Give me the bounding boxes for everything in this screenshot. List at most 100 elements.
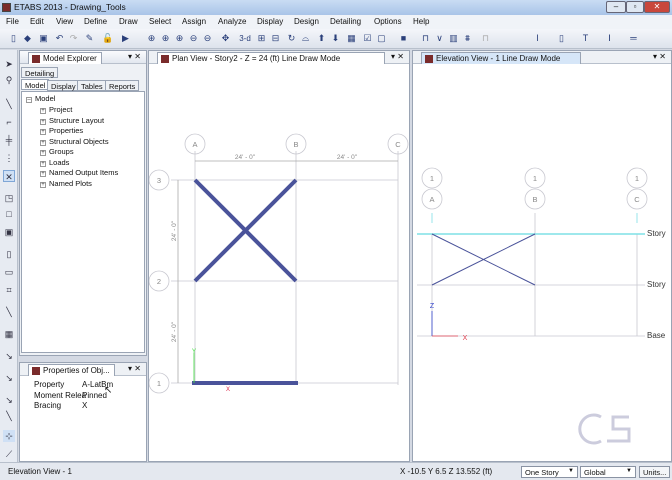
extrude-icon[interactable]: ■ <box>398 33 409 44</box>
snap-ps-icon[interactable]: ↘ <box>3 372 15 384</box>
panel-menu-close[interactable]: ▾ ✕ <box>391 52 404 61</box>
tab-tables[interactable]: Tables <box>77 80 107 91</box>
tree-item-structural-objects[interactable]: + Structural Objects <box>40 137 109 146</box>
tee-section-icon[interactable]: T <box>580 33 591 44</box>
plan-view-icon[interactable]: ⊞ <box>256 33 267 44</box>
prop-value[interactable]: X <box>82 401 87 410</box>
units-button[interactable]: Units... <box>639 466 670 478</box>
pencil-icon[interactable]: ✎ <box>84 33 95 44</box>
draw-polyline-icon[interactable]: ⌐ <box>3 116 15 128</box>
panel-menu-close[interactable]: ▾ ✕ <box>128 364 141 373</box>
tab-detailing[interactable]: Detailing <box>21 67 59 78</box>
snap-perp-icon[interactable]: ⟋ <box>3 448 15 460</box>
menu-display[interactable]: Display <box>257 17 283 26</box>
elevation-view-tab[interactable]: Elevation View - 1 Line Draw Mode <box>421 52 581 64</box>
slab-icon[interactable]: ▯ <box>556 33 567 44</box>
zoom-window-icon[interactable]: ⊕ <box>146 33 157 44</box>
tree-item-structure-layout[interactable]: + Structure Layout <box>40 116 104 125</box>
run-icon[interactable]: ▶ <box>120 33 131 44</box>
panel-menu-close[interactable]: ▾ ✕ <box>653 52 666 61</box>
3d-view-button[interactable]: 3-d <box>238 33 252 44</box>
menu-select[interactable]: Select <box>149 17 171 26</box>
draw-rectangle-icon[interactable]: □ <box>3 208 15 220</box>
menu-edit[interactable]: Edit <box>30 17 44 26</box>
plan-view-tab[interactable]: Plan View - Story2 - Z = 24 (ft) Line Dr… <box>157 52 385 64</box>
move-up-icon[interactable]: ⬆ <box>316 33 327 44</box>
pan-icon[interactable]: ✥ <box>220 33 231 44</box>
elevation-canvas[interactable]: 1 1 1 A B C Story Story Base Z X <box>413 65 671 461</box>
redo-icon[interactable]: ↷ <box>68 33 79 44</box>
model-explorer-tab[interactable]: Model Explorer <box>28 52 102 64</box>
elevation-view-window[interactable]: Elevation View - 1 Line Draw Mode ▾ ✕ 1 … <box>412 50 672 462</box>
column-icon[interactable]: ⊓ <box>480 33 491 44</box>
properties-tab[interactable]: Properties of Obj... <box>28 364 115 376</box>
zoom-in-icon[interactable]: ⊕ <box>174 33 185 44</box>
set-display-icon[interactable]: ▦ <box>346 33 357 44</box>
grid-icon[interactable]: ▦ <box>3 328 15 340</box>
support-icon[interactable]: ∨ <box>434 33 445 44</box>
draw-beam-icon[interactable]: ╪ <box>3 134 15 146</box>
checkbox-icon[interactable]: ☑ <box>362 33 373 44</box>
new-file-icon[interactable]: ▯ <box>8 33 19 44</box>
menu-define[interactable]: Define <box>84 17 107 26</box>
menu-analyze[interactable]: Analyze <box>218 17 246 26</box>
coordinate-system-select[interactable]: Global ▼ <box>580 466 636 478</box>
tree-item-properties[interactable]: + Properties <box>40 126 83 135</box>
menu-detailing[interactable]: Detailing <box>330 17 361 26</box>
tree-item-named-plots[interactable]: + Named Plots <box>40 179 92 188</box>
close-button[interactable]: ✕ <box>644 1 670 13</box>
snap-end-icon[interactable]: ↘ <box>3 394 15 406</box>
lock-icon[interactable]: 🔓 <box>102 33 113 44</box>
menu-help[interactable]: Help <box>413 17 429 26</box>
draw-dimension-icon[interactable]: ╲ <box>3 306 15 318</box>
perspective-icon[interactable]: ⌓ <box>300 33 311 44</box>
zoom-out-icon[interactable]: ⊖ <box>188 33 199 44</box>
save-icon[interactable]: ▣ <box>38 33 49 44</box>
menu-file[interactable]: File <box>6 17 19 26</box>
maximize-button[interactable]: ▫ <box>626 1 644 13</box>
shear-wall-icon[interactable]: ⩩ <box>462 33 473 44</box>
tree-root[interactable]: – Model <box>26 94 55 103</box>
move-down-icon[interactable]: ⬇ <box>330 33 341 44</box>
minimize-button[interactable]: – <box>606 1 626 13</box>
tree-item-named-output[interactable]: + Named Output Items <box>40 168 118 177</box>
undo-icon[interactable]: ↶ <box>54 33 65 44</box>
frame-icon[interactable]: ⊓ <box>420 33 431 44</box>
rotate-icon[interactable]: ↻ <box>286 33 297 44</box>
tab-display[interactable]: Display <box>47 80 80 91</box>
pointer-icon[interactable]: ➤ <box>3 58 15 70</box>
tree-item-groups[interactable]: + Groups <box>40 147 74 156</box>
draw-opening-icon[interactable]: ▭ <box>3 266 15 278</box>
draw-area-icon[interactable]: ▣ <box>3 226 15 238</box>
draw-link-icon[interactable]: ⌗ <box>3 284 15 296</box>
beam-section-icon[interactable]: I <box>532 33 543 44</box>
menu-view[interactable]: View <box>56 17 73 26</box>
draw-wall-icon[interactable]: ▯ <box>3 248 15 260</box>
open-file-icon[interactable]: ◆ <box>22 33 33 44</box>
reshape-icon[interactable]: ⚲ <box>3 74 15 86</box>
deck-icon[interactable]: ═ <box>628 33 639 44</box>
snap-intersection-icon[interactable]: ⊹ <box>3 430 15 442</box>
menu-options[interactable]: Options <box>374 17 402 26</box>
story-select[interactable]: One Story ▼ <box>521 466 578 478</box>
panel-menu-close[interactable]: ▾ ✕ <box>128 52 141 61</box>
tab-model[interactable]: Model <box>21 79 50 90</box>
tree-item-loads[interactable]: + Loads <box>40 158 69 167</box>
snap-line-icon[interactable]: ╲ <box>3 410 15 422</box>
elevation-view-icon[interactable]: ⊟ <box>270 33 281 44</box>
draw-brace-icon[interactable]: ✕ <box>3 170 15 182</box>
draw-line-icon[interactable]: ╲ <box>3 98 15 110</box>
wall-icon[interactable]: ▥ <box>448 33 459 44</box>
tree-item-project[interactable]: + Project <box>40 105 72 114</box>
zoom-restore-icon[interactable]: ⊕ <box>160 33 171 44</box>
draw-column-icon[interactable]: ⋮ <box>3 152 15 164</box>
box-section-icon[interactable]: Ⅰ <box>604 33 615 44</box>
draw-floor-icon[interactable]: ◳ <box>3 192 15 204</box>
menu-assign[interactable]: Assign <box>182 17 206 26</box>
tab-reports[interactable]: Reports <box>105 80 140 91</box>
snap-all-icon[interactable]: ↘ <box>3 350 15 362</box>
zoom-previous-icon[interactable]: ⊖ <box>202 33 213 44</box>
plan-canvas[interactable]: A B C 3 2 1 24' - 0" 24' - 0" 24' - 0" 2… <box>149 65 409 461</box>
plan-view-window[interactable]: Plan View - Story2 - Z = 24 (ft) Line Dr… <box>148 50 410 462</box>
menu-design[interactable]: Design <box>294 17 319 26</box>
